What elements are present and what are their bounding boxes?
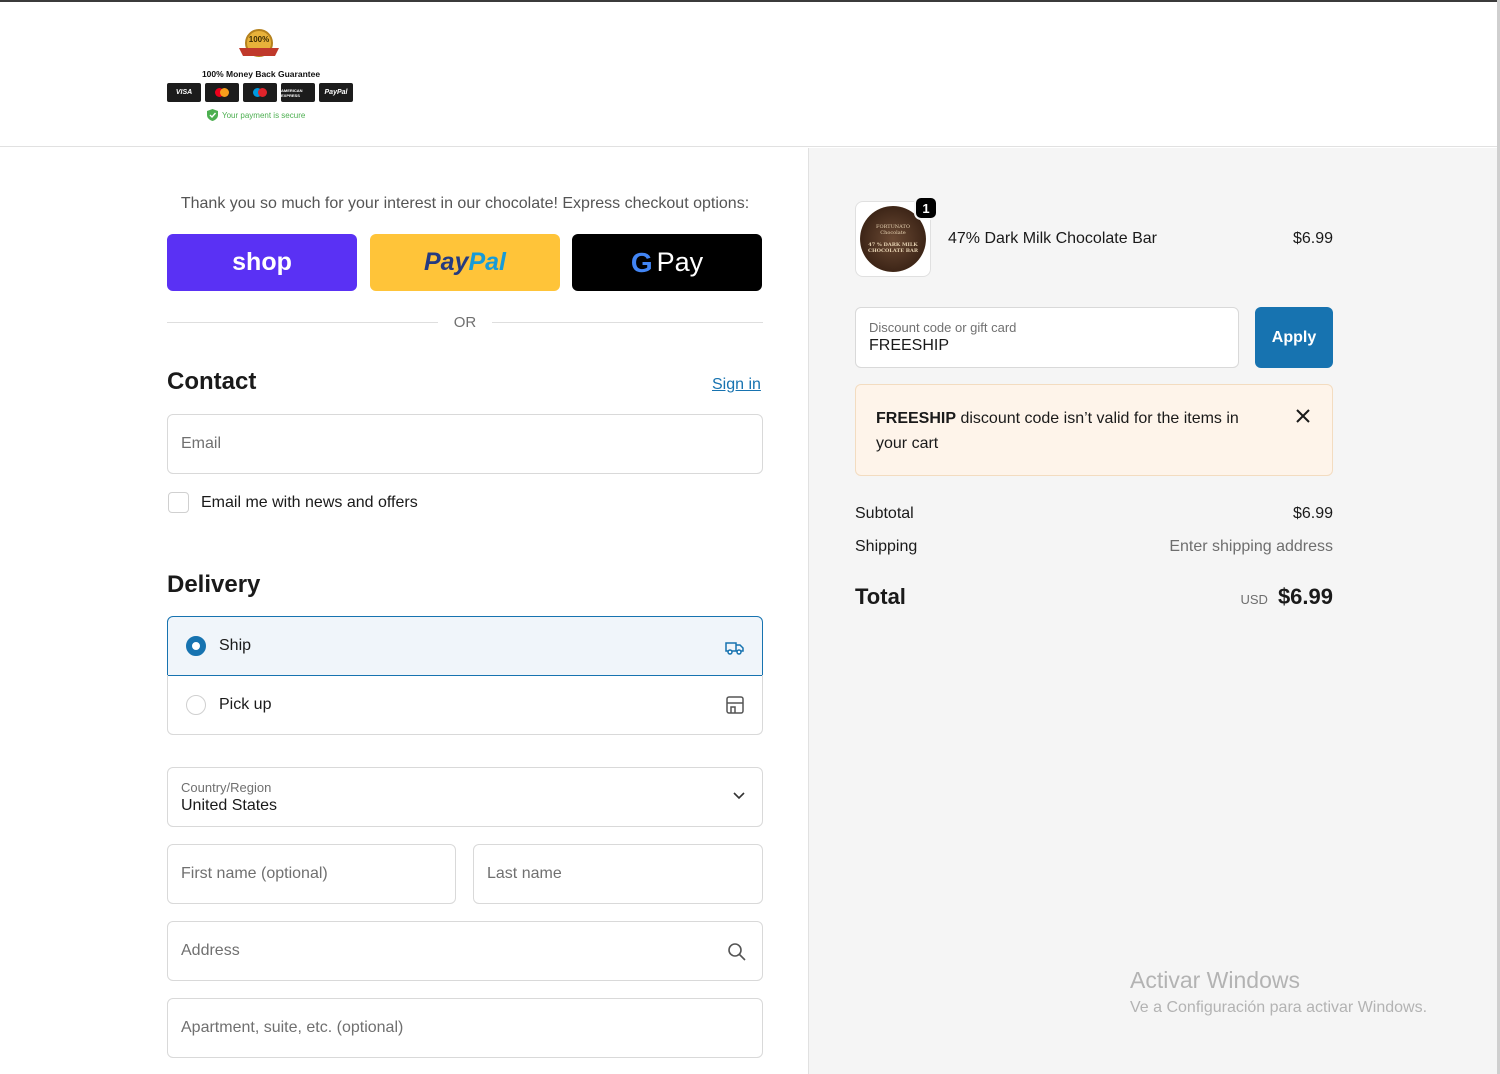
or-text: OR: [453, 314, 477, 331]
delivery-option-pickup[interactable]: Pick up: [167, 675, 763, 735]
divider-line: [167, 322, 438, 323]
or-divider: OR: [167, 314, 763, 331]
discount-error-banner: FREESHIP discount code isn’t valid for t…: [855, 384, 1333, 476]
discount-code-field[interactable]: Discount code or gift card FREESHIP: [855, 307, 1239, 368]
header: 100% 100% Money Back Guarantee VISA AMER…: [0, 2, 1497, 147]
shipping-value: Enter shipping address: [1169, 538, 1333, 555]
paypal-button[interactable]: Pay Pal: [370, 234, 560, 291]
apply-label: Apply: [1271, 328, 1317, 346]
newsletter-label: Email me with news and offers: [201, 493, 418, 511]
shield-check-icon: [207, 109, 218, 121]
country-select[interactable]: Country/Region United States: [167, 767, 763, 827]
country-label: Country/Region: [181, 779, 272, 795]
pickup-radio[interactable]: [186, 694, 206, 715]
total-row: Total USD $6.99: [855, 584, 1333, 610]
discount-label: Discount code or gift card: [869, 320, 1017, 335]
contact-title: Contact: [167, 368, 257, 395]
guarantee-seal-icon: 100%: [239, 29, 279, 57]
total-amount: $6.99: [1277, 584, 1333, 609]
total-label: Total: [855, 584, 906, 609]
quantity-badge: 1: [914, 196, 938, 220]
ship-label: Ship: [219, 637, 252, 654]
secure-note: Your payment is secure: [207, 109, 305, 121]
store-logo[interactable]: 100% 100% Money Back Guarantee VISA AMER…: [167, 26, 355, 126]
product-price: $6.99: [1292, 230, 1333, 247]
first-name-field[interactable]: First name (optional): [167, 844, 456, 904]
mastercard-icon: [205, 83, 239, 102]
email-field[interactable]: Email: [167, 414, 763, 474]
store-icon: [726, 696, 744, 714]
address-placeholder: Address: [181, 942, 240, 959]
product-name: 47% Dark Milk Chocolate Bar: [948, 230, 1157, 247]
delivery-method-group: Ship Pick up: [167, 616, 763, 736]
apartment-placeholder: Apartment, suite, etc. (optional): [181, 1019, 404, 1036]
apply-button[interactable]: Apply: [1255, 307, 1333, 368]
order-summary: FORTUNATO Chocolate 47 % DARK MILK CHOCO…: [808, 148, 1497, 1074]
windows-activation-watermark: Activar Windows Ve a Configuración para …: [1130, 967, 1427, 1017]
address-field[interactable]: Address: [167, 921, 763, 981]
guarantee-text: 100% Money Back Guarantee: [201, 69, 321, 79]
shop-pay-button[interactable]: shop: [167, 234, 357, 291]
product-image-text-2: Chocolate: [880, 230, 906, 236]
subtotal-label: Subtotal: [855, 505, 914, 522]
delivery-title: Delivery: [167, 571, 261, 598]
currency-code: USD: [1240, 592, 1268, 607]
paypal-label-pal: Pal: [468, 248, 506, 276]
total-amount-group: USD $6.99: [1240, 584, 1333, 610]
last-name-field[interactable]: Last name: [473, 844, 763, 904]
pickup-label: Pick up: [219, 695, 272, 713]
chevron-down-icon: [733, 792, 745, 800]
close-icon[interactable]: [1296, 409, 1310, 423]
truck-icon: [725, 642, 744, 655]
search-icon: [728, 943, 746, 961]
payment-cards: VISA AMERICAN EXPRESS PayPal: [167, 83, 353, 102]
amex-card-icon: AMERICAN EXPRESS: [281, 83, 315, 102]
visa-card-icon: VISA: [167, 83, 201, 102]
newsletter-option[interactable]: Email me with news and offers: [168, 492, 418, 513]
discount-value: FREESHIP: [869, 337, 950, 354]
shipping-row: Shipping Enter shipping address: [855, 538, 1333, 556]
checkout-form: Thank you so much for your interest in o…: [0, 148, 808, 1074]
divider-line: [492, 322, 763, 323]
maestro-icon: [243, 83, 277, 102]
apartment-field[interactable]: Apartment, suite, etc. (optional): [167, 998, 763, 1058]
google-pay-button[interactable]: G Pay: [572, 234, 762, 291]
google-pay-label: Pay: [656, 247, 704, 277]
country-value: United States: [181, 796, 278, 814]
shop-pay-label: shop: [232, 248, 292, 276]
amex-label: AMERICAN EXPRESS: [281, 87, 303, 98]
delivery-option-ship[interactable]: Ship: [167, 616, 763, 676]
last-name-placeholder: Last name: [487, 865, 562, 882]
sign-in-link[interactable]: Sign in: [712, 376, 761, 394]
alert-code: FREESHIP: [876, 410, 957, 427]
express-checkout-title: Thank you so much for your interest in o…: [180, 195, 750, 212]
newsletter-checkbox[interactable]: [168, 492, 189, 513]
shipping-label: Shipping: [855, 538, 918, 555]
ship-radio[interactable]: [186, 636, 206, 656]
google-g-icon: G: [630, 246, 653, 278]
watermark-subtitle: Ve a Configuración para activar Windows.: [1130, 999, 1428, 1016]
paypal-label-pay: Pay: [423, 248, 469, 276]
seal-text: 100%: [249, 35, 269, 44]
secure-text: Your payment is secure: [222, 110, 306, 120]
watermark-title: Activar Windows: [1130, 967, 1300, 993]
first-name-placeholder: First name (optional): [181, 865, 328, 882]
email-placeholder: Email: [181, 435, 222, 452]
subtotal-value: $6.99: [1292, 505, 1333, 522]
product-image-text-4: CHOCOLATE BAR: [867, 248, 919, 254]
subtotal-row: Subtotal $6.99: [855, 505, 1333, 523]
paypal-card-icon: PayPal: [319, 83, 353, 102]
